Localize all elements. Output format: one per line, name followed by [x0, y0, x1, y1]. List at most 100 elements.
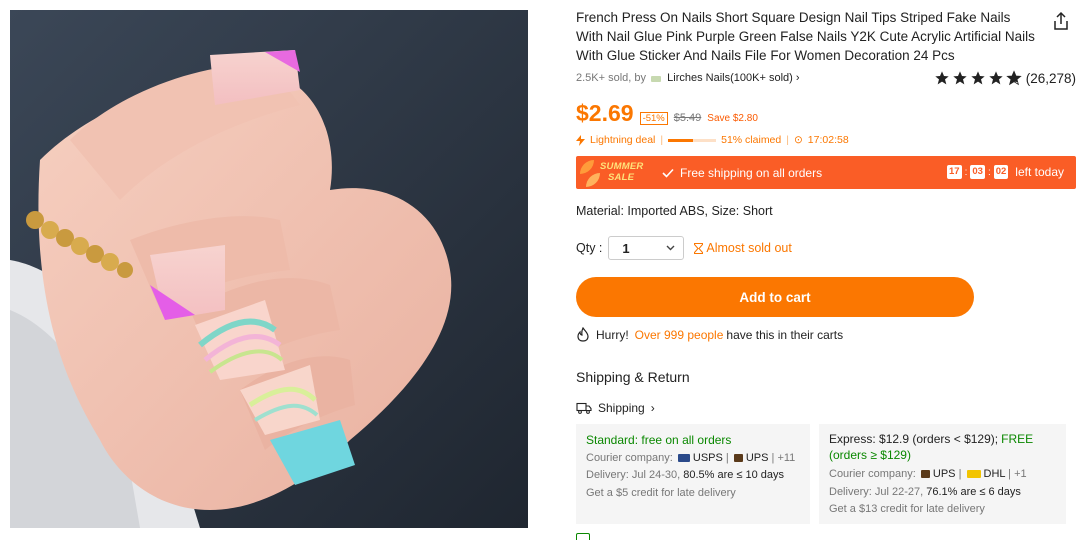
shipping-link-label: Shipping: [598, 401, 645, 415]
deal-label: Lightning deal: [590, 134, 656, 146]
delivery-rate: 76.1% are ≤ 6 days: [926, 485, 1021, 498]
divider: |: [958, 468, 962, 480]
quantity-row: Qty : 1 Almost sold out: [576, 236, 792, 260]
ups-logo-icon: [733, 453, 743, 462]
partial-next-row-icon: [576, 533, 590, 540]
countdown-minutes: 03: [970, 165, 985, 179]
countdown-hours: 17: [947, 165, 962, 179]
star-icon: [971, 71, 985, 85]
summer-sale-banner: SUMMER SALE Free shipping on all orders …: [576, 156, 1076, 189]
store-link[interactable]: Lirches Nails(100K+ sold): [667, 72, 793, 84]
truck-icon: [576, 402, 592, 414]
half-star-icon: [1006, 70, 1022, 86]
sale-countdown: 17 : 03 : 02 left today: [947, 165, 1064, 179]
hurry-highlight: Over 999 people: [634, 327, 724, 342]
hurry-suffix: have this in their carts: [726, 327, 844, 342]
late-credit: Get a $13 credit for late delivery: [829, 503, 985, 515]
badge-line-1: SUMMER: [600, 161, 644, 172]
product-title: French Press On Nails Short Square Desig…: [576, 10, 1035, 63]
cart-popularity-note: Hurry! Over 999 people have this in thei…: [576, 327, 843, 342]
star-icon: [935, 71, 949, 85]
ups-logo-icon: [920, 470, 930, 478]
chevron-right-icon: ›: [650, 401, 655, 415]
original-price: $5.49: [673, 112, 702, 124]
express-delivery-row: Delivery: Jul 22-27, 76.1% are ≤ 6 days: [829, 484, 1056, 502]
check-icon: [662, 168, 674, 178]
free-shipping-text: Free shipping on all orders: [680, 165, 823, 180]
express-courier-row: Courier company: UPS | DHL | +1: [829, 466, 1056, 484]
delivery-dates: Delivery: Jul 24-30,: [586, 469, 681, 481]
store-logo-icon: [651, 76, 662, 82]
sold-count: 2.5K+ sold, by: [576, 72, 647, 84]
leaf-decoration-icon: [580, 160, 594, 174]
usps-logo-icon: [677, 453, 690, 462]
discount-badge: -51%: [639, 112, 668, 125]
divider: |: [725, 451, 729, 464]
flame-icon: [577, 327, 589, 342]
hourglass-icon: [694, 242, 704, 254]
courier-usps: USPS: [692, 451, 723, 464]
material-size-spec: Material: Imported ABS, Size: Short: [576, 204, 773, 218]
stock-warning: Almost sold out: [694, 241, 792, 255]
hurry-prefix: Hurry!: [596, 327, 629, 342]
chevron-down-icon: [666, 245, 675, 251]
lightning-deal-row: Lightning deal | 51% claimed | ⊙ 17:02:5…: [576, 133, 849, 147]
countdown-suffix: left today: [1015, 165, 1064, 179]
colon: :: [964, 166, 968, 178]
review-count: (26,278): [1025, 70, 1076, 86]
share-icon[interactable]: [1050, 10, 1072, 32]
countdown-seconds: 02: [993, 165, 1009, 179]
store-chevron-icon: ›: [795, 72, 800, 84]
product-image[interactable]: [10, 10, 528, 528]
rating[interactable]: (26,278): [934, 70, 1076, 86]
divider: |: [771, 451, 775, 464]
express-shipping-title: Express: $12.9 (orders < $129);: [829, 432, 999, 446]
badge-line-2: SALE: [608, 172, 635, 183]
delivery-dates: Delivery: Jul 22-27,: [829, 485, 924, 498]
separator: |: [660, 134, 664, 146]
clock-icon: ⊙: [793, 134, 803, 146]
standard-courier-row: Courier company: USPS | UPS | +11: [586, 450, 800, 468]
quantity-select[interactable]: 1: [608, 236, 685, 260]
star-icon: [953, 71, 967, 85]
product-info-panel: French Press On Nails Short Square Desig…: [576, 0, 1076, 540]
standard-shipping-title: Standard: free on all orders: [586, 433, 732, 447]
star-icon: [989, 71, 1003, 85]
nail-2: [150, 245, 225, 320]
courier-dhl: DHL: [983, 468, 1006, 480]
product-image-illustration: [10, 10, 528, 528]
lightning-icon: [576, 134, 585, 146]
leaf-decoration-icon: [586, 173, 600, 187]
express-shipping-card: Express: $12.9 (orders < $129); FREE (or…: [819, 424, 1066, 524]
colon: :: [987, 166, 991, 178]
claimed-text: 51% claimed: [721, 134, 782, 146]
quantity-label: Qty :: [576, 241, 603, 255]
shipping-return-heading: Shipping & Return: [576, 369, 690, 385]
free-shipping-note: Free shipping on all orders: [662, 166, 822, 180]
courier-ups: UPS: [932, 468, 956, 480]
claimed-progress-fill: [668, 138, 693, 142]
courier-more: +11: [777, 451, 796, 464]
quantity-value: 1: [622, 240, 630, 256]
dhl-logo-icon: [966, 470, 981, 478]
courier-ups: UPS: [745, 451, 769, 464]
courier-label: Courier company:: [829, 468, 916, 480]
save-amount: Save $2.80: [707, 113, 758, 124]
deal-timer: 17:02:58: [807, 134, 849, 146]
divider: |: [1008, 468, 1012, 480]
delivery-rate: 80.5% are ≤ 10 days: [683, 469, 785, 481]
current-price: $2.69: [576, 100, 634, 126]
courier-label: Courier company:: [586, 451, 673, 464]
standard-shipping-card: Standard: free on all orders Courier com…: [576, 424, 810, 524]
price-row: $2.69 -51% $5.49 Save $2.80: [576, 100, 758, 130]
summer-sale-badge: SUMMER SALE: [576, 156, 644, 189]
shipping-link[interactable]: Shipping ›: [576, 401, 655, 415]
standard-delivery-row: Delivery: Jul 24-30, 80.5% are ≤ 10 days: [586, 467, 800, 485]
separator: |: [786, 134, 789, 146]
seller-row: 2.5K+ sold, by Lirches Nails(100K+ sold)…: [576, 70, 1076, 90]
claimed-progress-bar: [668, 138, 717, 142]
stock-warning-text: Almost sold out: [706, 241, 792, 255]
courier-more: +1: [1014, 468, 1027, 480]
late-credit: Get a $5 credit for late delivery: [586, 486, 736, 499]
add-to-cart-button[interactable]: Add to cart: [576, 277, 974, 317]
